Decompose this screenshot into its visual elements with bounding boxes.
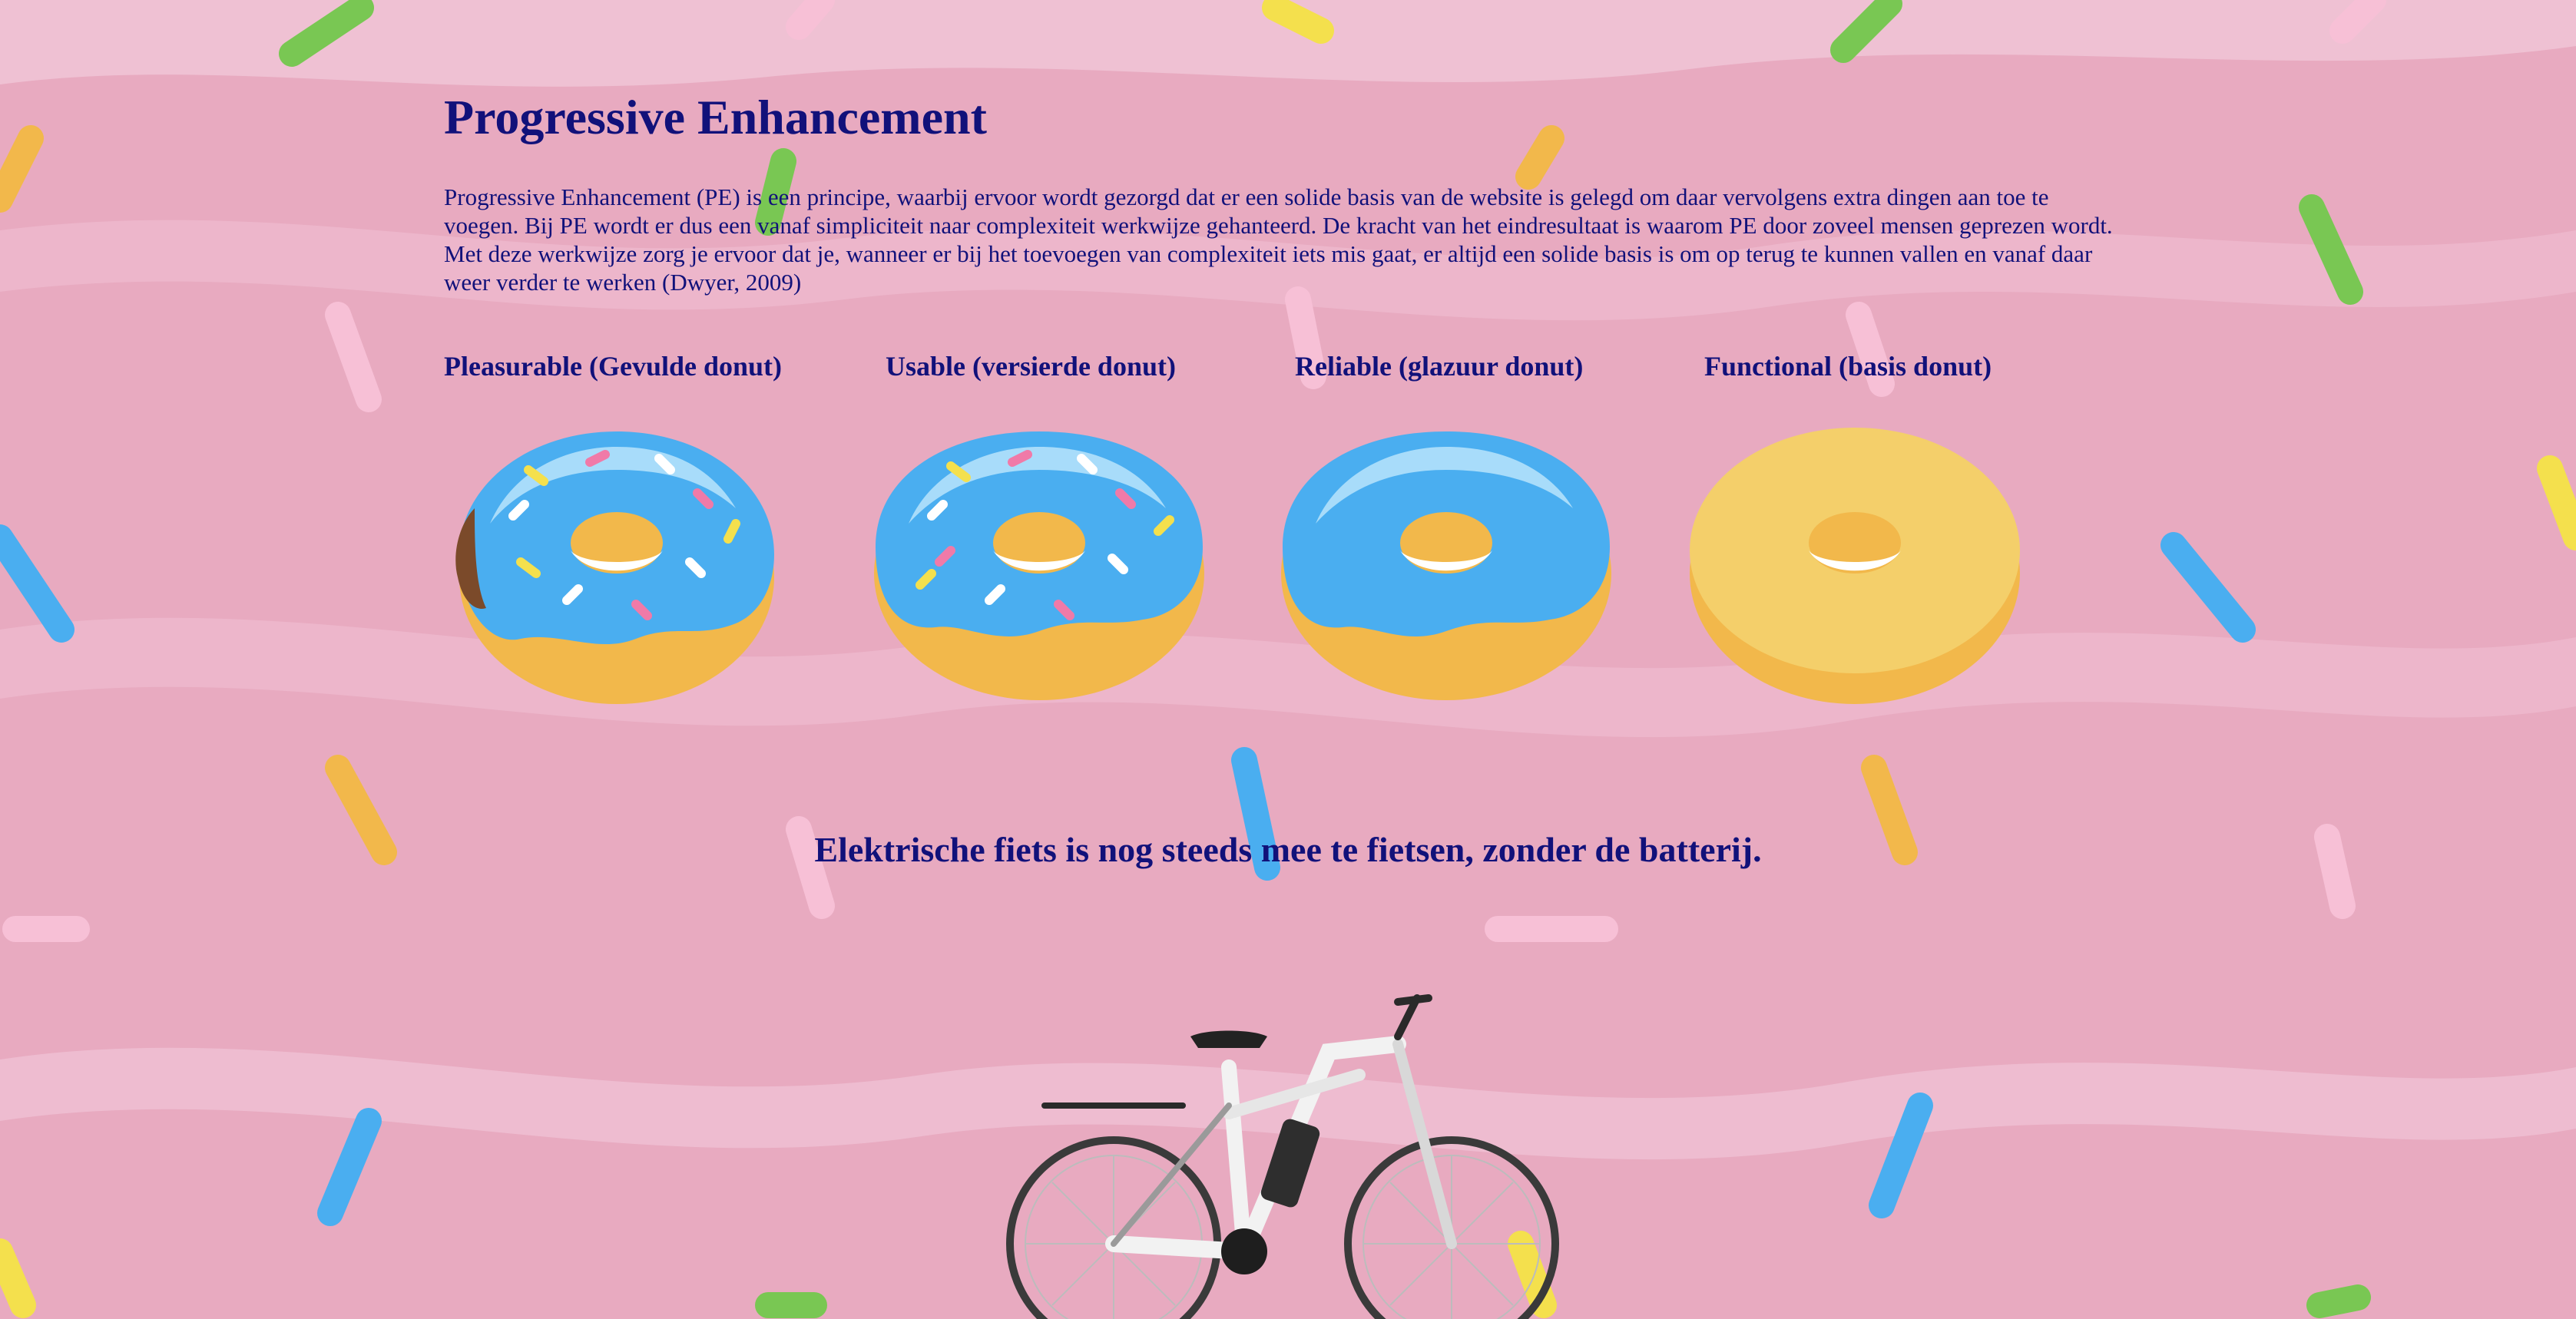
glazed-donut-image <box>1281 431 1611 700</box>
sprinkled-donut-image <box>874 431 1204 700</box>
intro-paragraph: Progressive Enhancement (PE) is een prin… <box>444 183 2113 296</box>
donut-heading-pleasurable: Pleasurable (Gevulde donut) <box>444 351 783 382</box>
donut-heading-functional: Functional (basis donut) <box>1704 351 1992 382</box>
bike-heading: Elektrische fiets is nog steeds mee te f… <box>814 830 1762 869</box>
donut-heading-usable: Usable (versierde donut) <box>886 351 1176 382</box>
filled-donut-image <box>455 431 774 704</box>
electric-bike-image <box>1006 994 1559 1319</box>
page-title: Progressive Enhancement <box>444 90 987 144</box>
page-content: Progressive Enhancement Progressive Enha… <box>0 0 2576 1319</box>
donut-heading-reliable: Reliable (glazuur donut) <box>1295 351 1584 382</box>
plain-donut-image <box>1690 428 2020 704</box>
